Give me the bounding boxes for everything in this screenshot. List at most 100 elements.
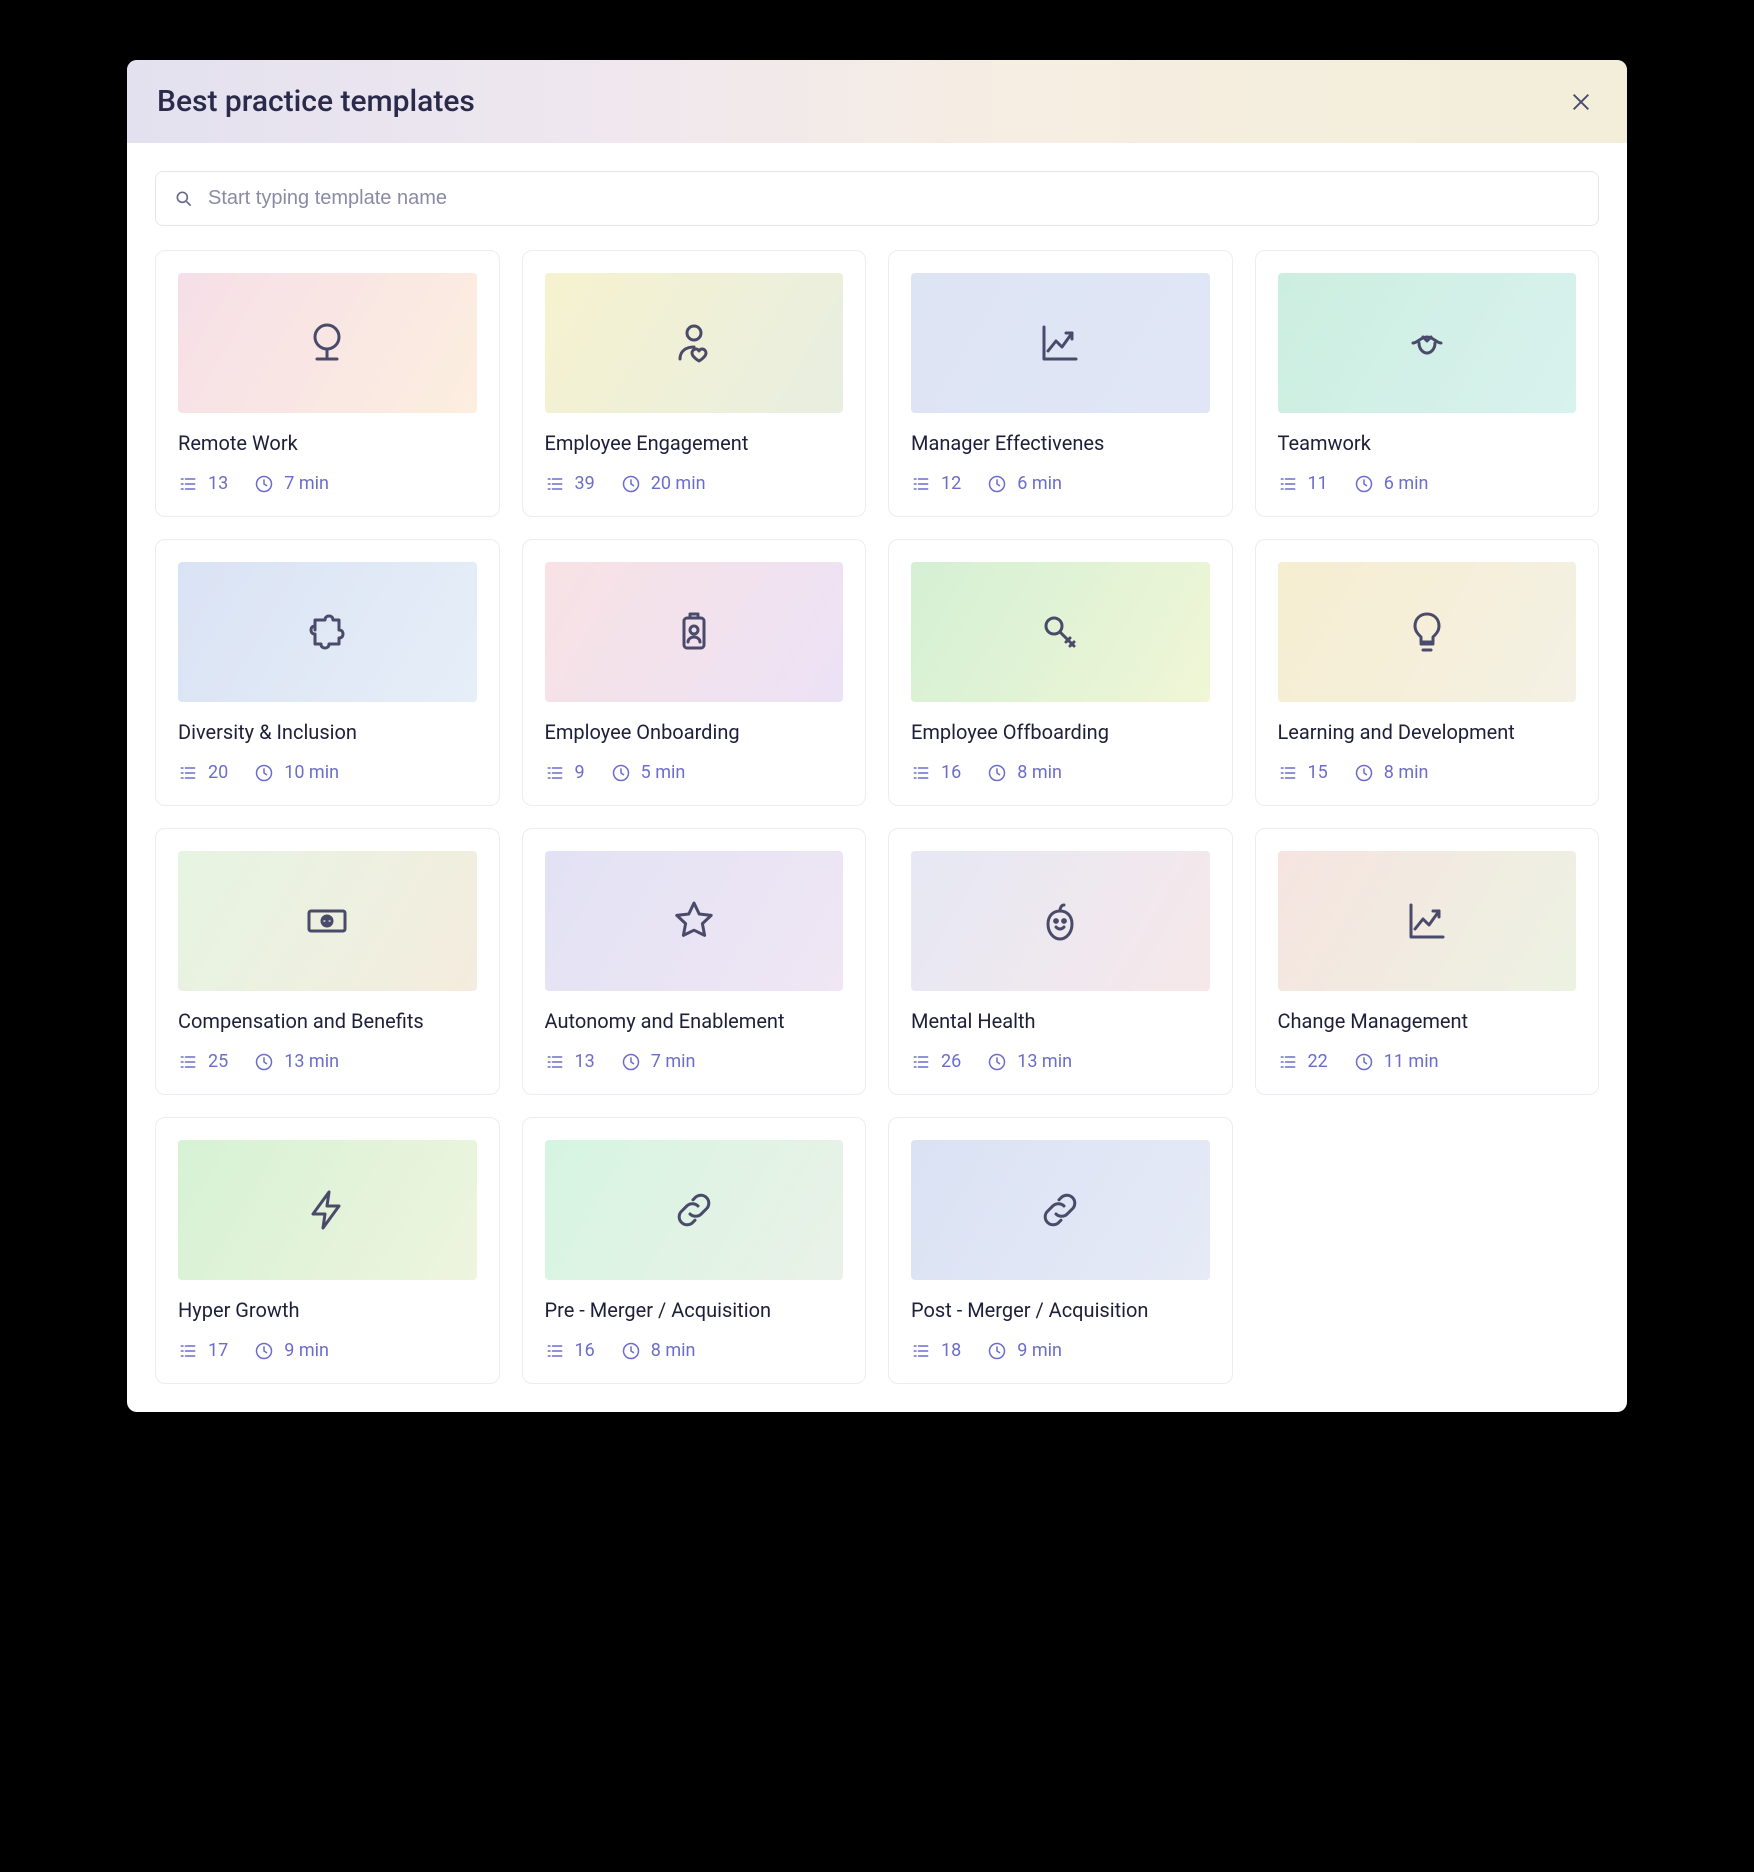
template-meta: 13 7 min — [545, 1051, 844, 1072]
template-card[interactable]: Employee Onboarding 9 5 min — [522, 539, 867, 806]
question-count: 12 — [911, 473, 961, 494]
template-title: Teamwork — [1278, 431, 1577, 455]
template-title: Post - Merger / Acquisition — [911, 1298, 1210, 1322]
duration-value: 7 min — [284, 473, 329, 494]
duration-value: 7 min — [651, 1051, 696, 1072]
clock-icon — [1354, 763, 1374, 783]
template-title: Change Management — [1278, 1009, 1577, 1033]
template-title: Pre - Merger / Acquisition — [545, 1298, 844, 1322]
template-card[interactable]: Autonomy and Enablement 13 7 min — [522, 828, 867, 1095]
money-bill-icon — [303, 897, 351, 945]
modal-body: Remote Work 13 7 min Employee Engagement… — [127, 143, 1627, 1412]
question-count-value: 13 — [575, 1051, 595, 1072]
template-card[interactable]: Manager Effectivenes 12 6 min — [888, 250, 1233, 517]
question-count: 25 — [178, 1051, 228, 1072]
template-thumbnail — [178, 851, 477, 991]
list-icon — [911, 763, 931, 783]
duration: 10 min — [254, 762, 339, 783]
question-count: 18 — [911, 1340, 961, 1361]
list-icon — [545, 1341, 565, 1361]
clock-icon — [621, 1052, 641, 1072]
growth-chart-icon — [1403, 897, 1451, 945]
duration-value: 6 min — [1384, 473, 1429, 494]
clock-icon — [1354, 1052, 1374, 1072]
template-title: Remote Work — [178, 431, 477, 455]
duration-value: 8 min — [1384, 762, 1429, 783]
templates-grid: Remote Work 13 7 min Employee Engagement… — [155, 250, 1599, 1384]
close-icon — [1570, 91, 1592, 113]
template-thumbnail — [911, 851, 1210, 991]
search-bar[interactable] — [155, 171, 1599, 226]
list-icon — [911, 1052, 931, 1072]
modal-title: Best practice templates — [157, 84, 475, 119]
question-count: 17 — [178, 1340, 228, 1361]
list-icon — [1278, 1052, 1298, 1072]
template-card[interactable]: Compensation and Benefits 25 13 min — [155, 828, 500, 1095]
duration-value: 13 min — [284, 1051, 339, 1072]
duration: 20 min — [621, 473, 706, 494]
template-card[interactable]: Post - Merger / Acquisition 18 9 min — [888, 1117, 1233, 1384]
duration: 8 min — [1354, 762, 1429, 783]
lightning-icon — [303, 1186, 351, 1234]
list-icon — [545, 474, 565, 494]
duration-value: 6 min — [1017, 473, 1062, 494]
question-count-value: 9 — [575, 762, 585, 783]
template-card[interactable]: Mental Health 26 13 min — [888, 828, 1233, 1095]
template-title: Compensation and Benefits — [178, 1009, 477, 1033]
duration: 8 min — [621, 1340, 696, 1361]
duration: 9 min — [254, 1340, 329, 1361]
duration: 6 min — [987, 473, 1062, 494]
template-thumbnail — [911, 1140, 1210, 1280]
duration-value: 9 min — [1017, 1340, 1062, 1361]
template-card[interactable]: Change Management 22 11 min — [1255, 828, 1600, 1095]
key-icon — [1036, 608, 1084, 656]
template-thumbnail — [1278, 562, 1577, 702]
template-title: Employee Engagement — [545, 431, 844, 455]
list-icon — [911, 474, 931, 494]
template-card[interactable]: Teamwork 11 6 min — [1255, 250, 1600, 517]
list-icon — [178, 1052, 198, 1072]
question-count: 13 — [545, 1051, 595, 1072]
duration: 13 min — [254, 1051, 339, 1072]
duration-value: 13 min — [1017, 1051, 1072, 1072]
template-title: Diversity & Inclusion — [178, 720, 477, 744]
duration: 6 min — [1354, 473, 1429, 494]
clock-icon — [254, 1341, 274, 1361]
question-count: 16 — [911, 762, 961, 783]
question-count: 22 — [1278, 1051, 1328, 1072]
clock-icon — [254, 474, 274, 494]
template-meta: 17 9 min — [178, 1340, 477, 1361]
close-button[interactable] — [1565, 86, 1597, 118]
template-card[interactable]: Employee Offboarding 16 8 min — [888, 539, 1233, 806]
duration: 8 min — [987, 762, 1062, 783]
template-meta: 26 13 min — [911, 1051, 1210, 1072]
template-thumbnail — [545, 1140, 844, 1280]
question-count-value: 16 — [941, 762, 961, 783]
duration-value: 8 min — [1017, 762, 1062, 783]
template-card[interactable]: Diversity & Inclusion 20 10 min — [155, 539, 500, 806]
search-icon — [174, 189, 194, 209]
template-card[interactable]: Employee Engagement 39 20 min — [522, 250, 867, 517]
template-thumbnail — [1278, 851, 1577, 991]
clock-icon — [621, 1341, 641, 1361]
template-meta: 22 11 min — [1278, 1051, 1577, 1072]
template-card[interactable]: Learning and Development 15 8 min — [1255, 539, 1600, 806]
template-title: Employee Offboarding — [911, 720, 1210, 744]
duration-value: 10 min — [284, 762, 339, 783]
template-card[interactable]: Hyper Growth 17 9 min — [155, 1117, 500, 1384]
clock-icon — [611, 763, 631, 783]
search-input[interactable] — [206, 186, 1580, 211]
template-thumbnail — [178, 273, 477, 413]
question-count: 15 — [1278, 762, 1328, 783]
template-thumbnail — [178, 1140, 477, 1280]
list-icon — [178, 474, 198, 494]
question-count-value: 15 — [1308, 762, 1328, 783]
question-count: 26 — [911, 1051, 961, 1072]
question-count-value: 11 — [1308, 473, 1328, 494]
template-card[interactable]: Remote Work 13 7 min — [155, 250, 500, 517]
template-card[interactable]: Pre - Merger / Acquisition 16 8 min — [522, 1117, 867, 1384]
question-count-value: 20 — [208, 762, 228, 783]
question-count-value: 16 — [575, 1340, 595, 1361]
template-meta: 12 6 min — [911, 473, 1210, 494]
question-count: 16 — [545, 1340, 595, 1361]
